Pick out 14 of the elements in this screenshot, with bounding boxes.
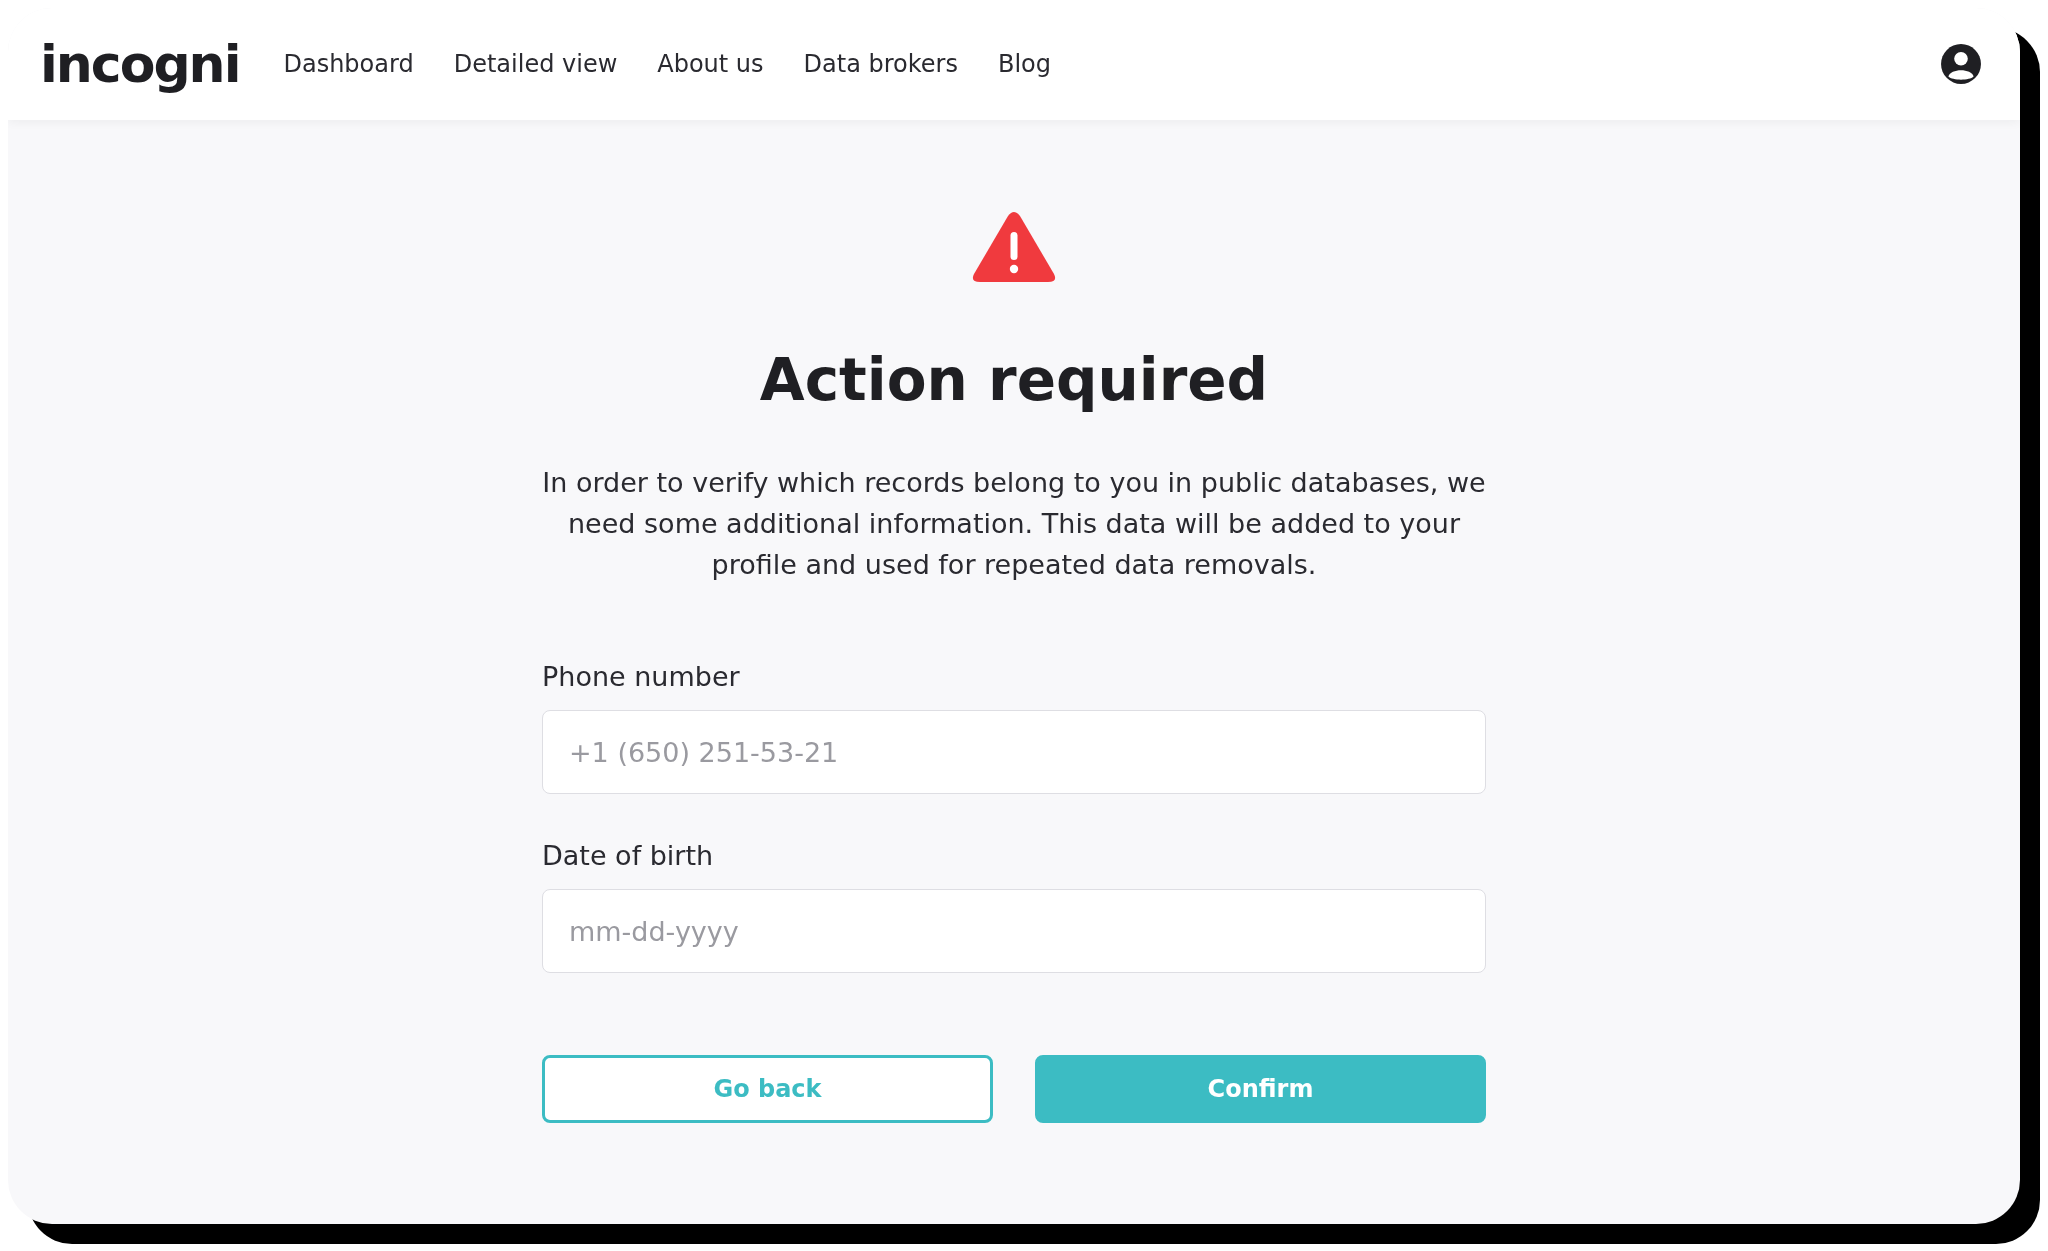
field-label: Phone number (542, 661, 741, 692)
field-label: Date of birth (542, 840, 715, 871)
account-icon[interactable] (1940, 43, 1982, 85)
nav-link[interactable]: Data brokers (803, 50, 958, 78)
input-field[interactable]: +1 (650) 251-53-21 (542, 710, 1486, 794)
nav-link[interactable]: Detailed view (453, 50, 618, 78)
nav-link[interactable]: Blog (997, 50, 1052, 78)
nav-link[interactable]: About us (657, 50, 764, 78)
page-title: Action required (759, 346, 1269, 414)
input-field[interactable]: mm-dd-yyyy (542, 889, 1486, 973)
message-text: In order to verify which records belong to you in public databases, we need some additional information. This data will be added to your profile and used for repeated data removals. (541, 466, 1487, 582)
nav-link[interactable]: Dashboard (283, 50, 414, 78)
warning-icon (972, 210, 1056, 284)
logo[interactable]: incogni (40, 34, 240, 94)
